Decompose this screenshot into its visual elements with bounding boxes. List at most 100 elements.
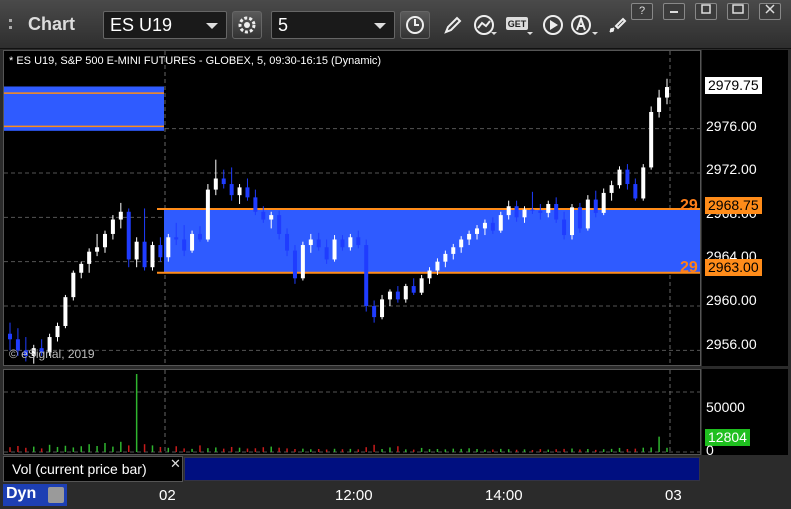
candle-body [570, 207, 575, 236]
candle-body [166, 237, 171, 258]
candle-body [364, 245, 369, 307]
candle-body [253, 197, 258, 212]
price-chart[interactable] [4, 51, 701, 366]
pencil-icon [444, 16, 462, 34]
candle-body [55, 325, 60, 338]
level-low-tag: 29 [680, 259, 698, 276]
candle-body [190, 233, 195, 251]
candle-body [475, 228, 480, 234]
dynamic-mode-button[interactable]: Dyn [3, 484, 67, 506]
candle-body [633, 184, 638, 199]
app-title: Chart [8, 14, 75, 35]
candle-body [292, 250, 297, 279]
candle-body [641, 167, 646, 199]
interval-combo[interactable]: 5 [271, 11, 395, 39]
get-icon: GET [506, 17, 533, 35]
candle-body [197, 233, 202, 240]
lock-icon[interactable] [48, 487, 64, 503]
pin-button[interactable]: ? [631, 3, 653, 20]
level-low-label: 2963.00 [705, 259, 762, 276]
candle-body [395, 291, 400, 300]
restore-icon [701, 4, 711, 14]
candle-body [237, 187, 242, 196]
candle-body [665, 87, 669, 98]
candle-body [182, 239, 187, 251]
candle-body [443, 253, 448, 262]
candle-body [585, 199, 590, 229]
price-tick: 2976.00 [706, 118, 757, 134]
gear-icon [238, 16, 256, 34]
candle-body [63, 297, 68, 326]
candle-body [118, 211, 123, 220]
candle-body [245, 187, 250, 198]
level-high-label: 2968.75 [705, 197, 762, 214]
get-data-button[interactable]: GET [505, 11, 535, 39]
candle-body [490, 222, 495, 231]
time-axis[interactable]: 02 12:00 14:00 03 [0, 483, 791, 509]
candle-body [514, 206, 519, 218]
play-button[interactable] [540, 11, 566, 39]
minimize-button[interactable] [663, 3, 685, 20]
link-button[interactable] [604, 11, 630, 39]
restore-button[interactable] [695, 3, 717, 20]
price-pane[interactable]: * ES U19, S&P 500 E-MINI FUTURES - GLOBE… [3, 50, 701, 366]
time-button[interactable] [400, 11, 430, 39]
close-study-icon[interactable]: ✕ [170, 456, 181, 472]
chevron-down-icon[interactable] [374, 23, 386, 29]
candle-body [213, 178, 218, 190]
candle-body [87, 251, 92, 264]
copyright-text: © eSignal, 2019 [9, 347, 95, 361]
candle-body [593, 199, 598, 213]
candle-body [459, 239, 464, 248]
candle-body [285, 233, 290, 251]
candle-body [356, 237, 361, 246]
candle-body [205, 189, 210, 240]
study-strip[interactable] [184, 457, 700, 481]
time-tick: 03 [665, 487, 682, 504]
price-tick: 2960.00 [706, 292, 757, 308]
candle-body [174, 237, 179, 240]
volume-axis[interactable]: 50000 12804 0 [702, 369, 788, 458]
volume-pane[interactable] [3, 369, 701, 455]
candle-body [387, 291, 392, 300]
volume-chart[interactable] [4, 370, 701, 455]
time-tick: 02 [159, 487, 176, 504]
time-tick: 12:00 [335, 487, 373, 504]
candle-body [308, 239, 313, 246]
candle-body [372, 306, 377, 318]
close-icon [765, 4, 775, 14]
candle-body [71, 272, 76, 298]
candle-body [126, 211, 131, 260]
window-titlebar: Chart ES U19 5 GET ? [0, 0, 791, 49]
candle-body [95, 247, 100, 252]
chevron-down-icon[interactable] [206, 23, 218, 29]
candle-body [324, 247, 329, 260]
draw-tool-button[interactable] [440, 11, 466, 39]
price-tick: 2972.00 [706, 161, 757, 177]
alerts-button[interactable] [570, 11, 600, 39]
candle-body [538, 210, 543, 213]
candle-body [102, 233, 107, 248]
volume-tick: 0 [706, 442, 714, 458]
candle-body [435, 261, 440, 271]
candle-body [546, 204, 551, 213]
close-button[interactable] [759, 3, 781, 20]
candle-body [340, 239, 345, 248]
settings-button[interactable] [232, 11, 262, 39]
chart-title: * ES U19, S&P 500 E-MINI FUTURES - GLOBE… [9, 55, 382, 67]
volume-tick: 50000 [706, 399, 745, 415]
price-axis[interactable]: 2979.75 2976.00 2972.00 2968.00 2968.75 … [702, 50, 788, 366]
symbol-value: ES U19 [110, 15, 173, 35]
candle-body [498, 215, 503, 231]
candle-body [261, 211, 266, 220]
candle-body [522, 209, 527, 218]
candle-body [506, 206, 511, 216]
candle-body [8, 333, 12, 340]
symbol-combo[interactable]: ES U19 [103, 11, 227, 39]
maximize-button[interactable] [727, 3, 749, 20]
candle-body [150, 245, 155, 268]
price-tick: 2956.00 [706, 336, 757, 352]
drag-grip-icon[interactable] [8, 15, 26, 33]
studies-button[interactable] [472, 11, 498, 39]
candle-body [158, 245, 163, 258]
